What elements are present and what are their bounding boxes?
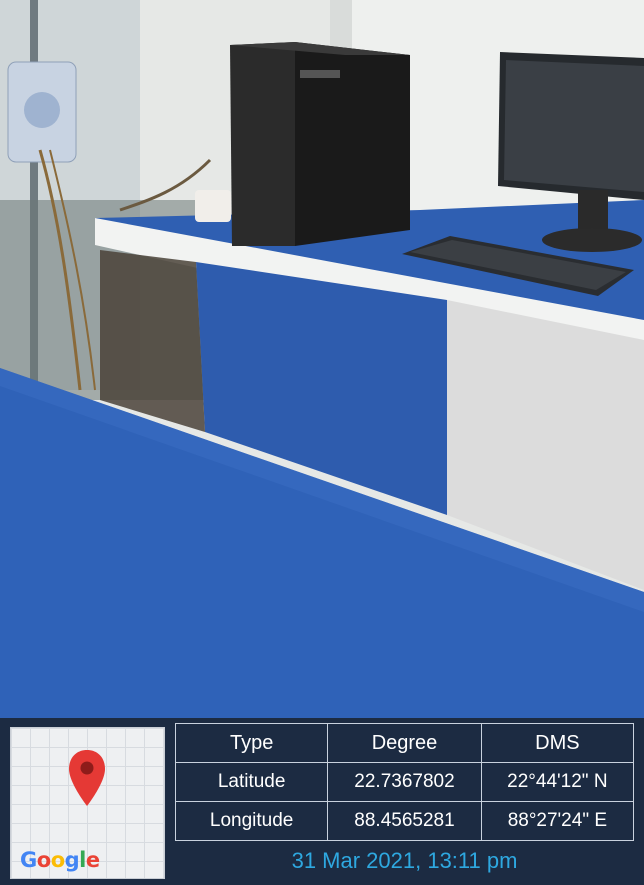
table-row: Latitude 22.7367802 22°44'12" N xyxy=(174,762,635,802)
timestamp: 31 Mar 2021, 13:11 pm xyxy=(291,848,518,873)
geotag-overlay: Google Type Degree DMS Latitude 22.73678… xyxy=(0,718,644,885)
longitude-label: Longitude xyxy=(174,801,329,841)
table-row: Longitude 88.4565281 88°27'24" E xyxy=(174,801,635,841)
header-degree: Degree xyxy=(327,723,482,763)
latitude-label: Latitude xyxy=(174,762,329,802)
header-type: Type xyxy=(174,723,329,763)
longitude-degree: 88.4565281 xyxy=(327,801,482,841)
background-photo xyxy=(0,0,644,718)
longitude-dms: 88°27'24" E xyxy=(480,801,635,841)
map-thumbnail: Google xyxy=(10,727,165,879)
coordinates-table: Type Degree DMS Latitude 22.7367802 22°4… xyxy=(174,723,635,841)
latitude-degree: 22.7367802 xyxy=(327,762,482,802)
location-pin-icon xyxy=(67,748,107,813)
google-logo: Google xyxy=(20,848,100,872)
header-dms: DMS xyxy=(480,723,635,763)
table-header-row: Type Degree DMS xyxy=(174,723,635,763)
latitude-dms: 22°44'12" N xyxy=(480,762,635,802)
